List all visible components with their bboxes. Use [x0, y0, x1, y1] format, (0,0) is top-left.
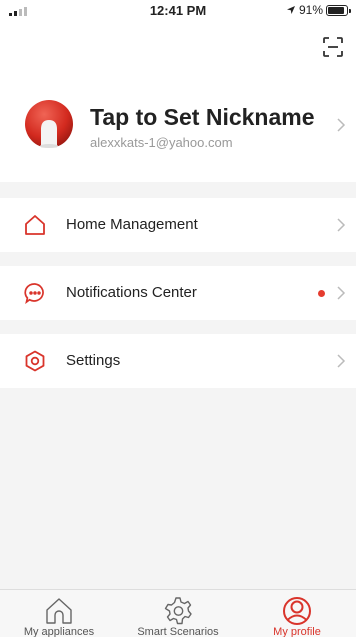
- menu-item-label: Notifications Center: [66, 284, 197, 301]
- tab-label: My profile: [273, 626, 321, 637]
- tab-bar: My appliances Smart Scenarios My profile: [0, 589, 356, 637]
- battery-percent: 91%: [298, 3, 323, 17]
- message-icon: [24, 283, 44, 304]
- location-arrow-icon: [286, 6, 295, 14]
- menu-item-settings[interactable]: Settings: [0, 334, 356, 388]
- profile-header: Tap to Set Nickname alexxkats-1@yahoo.co…: [0, 22, 356, 182]
- chevron-right-icon: [337, 354, 346, 368]
- chevron-right-icon: [337, 286, 346, 300]
- menu-item-home-management[interactable]: Home Management: [0, 198, 356, 252]
- tab-smart-scenarios[interactable]: Smart Scenarios: [119, 590, 237, 637]
- menu-item-label: Home Management: [66, 216, 198, 233]
- tab-my-profile[interactable]: My profile: [238, 590, 356, 637]
- nickname-label[interactable]: Tap to Set Nickname: [90, 104, 315, 131]
- tab-my-appliances[interactable]: My appliances: [0, 590, 118, 637]
- hexagon-gear-icon: [25, 350, 45, 372]
- tab-label: Smart Scenarios: [137, 626, 219, 637]
- scan-icon[interactable]: [322, 36, 344, 58]
- notification-badge: [318, 290, 325, 297]
- avatar-icon[interactable]: [24, 99, 74, 149]
- chevron-right-icon: [337, 218, 346, 232]
- menu-item-label: Settings: [66, 352, 121, 369]
- battery-icon: [326, 4, 351, 16]
- profile-text: Tap to Set Nickname alexxkats-1@yahoo.co…: [90, 104, 315, 150]
- status-bar: 12:41 PM 91%: [0, 0, 356, 22]
- profile-icon: [283, 597, 311, 625]
- chevron-right-icon: [337, 118, 346, 132]
- menu-item-notifications-center[interactable]: Notifications Center: [0, 266, 356, 320]
- house-icon: [25, 215, 45, 235]
- gear-icon: [164, 597, 192, 625]
- tab-label: My appliances: [23, 626, 95, 637]
- email-label: alexxkats-1@yahoo.com: [90, 135, 233, 150]
- status-right: 91%: [286, 3, 351, 17]
- house-icon: [46, 598, 72, 624]
